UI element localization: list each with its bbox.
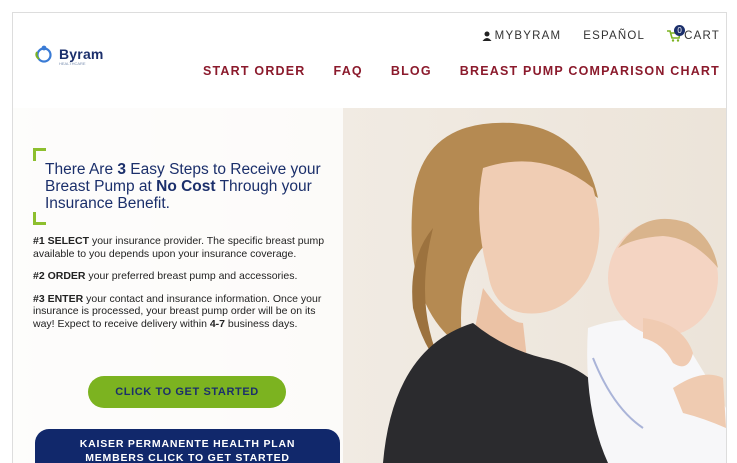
nav-start-order[interactable]: START ORDER	[203, 64, 306, 78]
byram-logo[interactable]: Byram HEALTHCARE	[33, 43, 104, 66]
headline-bracket-bottom	[33, 212, 46, 225]
headline-bracket-top	[33, 148, 46, 161]
main-nav: START ORDER FAQ BLOG BREAST PUMP COMPARI…	[203, 64, 720, 78]
espanol-link[interactable]: ESPAÑOL	[583, 30, 645, 42]
get-started-button[interactable]: CLICK TO GET STARTED	[88, 376, 286, 408]
my-byram-label: MYBYRAM	[494, 30, 562, 42]
hero-section: There Are 3 Easy Steps to Receive your B…	[13, 108, 726, 463]
utility-nav: MYBYRAM ESPAÑOL 0 CART	[482, 25, 720, 42]
nav-blog[interactable]: BLOG	[391, 64, 432, 78]
my-byram-link[interactable]: MYBYRAM	[482, 30, 562, 42]
nav-comparison-chart[interactable]: BREAST PUMP COMPARISON CHART	[460, 64, 720, 78]
cart-label: CART	[684, 30, 720, 42]
steps-list: #1 SELECT your insurance provider. The s…	[33, 235, 338, 340]
kaiser-get-started-button[interactable]: KAISER PERMANENTE HEALTH PLAN MEMBERS CL…	[35, 429, 340, 463]
logo-subtitle: HEALTHCARE	[59, 61, 86, 66]
browser-viewport: Byram HEALTHCARE MYBYRAM ESPAÑOL 0 CART	[12, 12, 727, 463]
kaiser-button-line-1: KAISER PERMANENTE HEALTH PLAN	[79, 438, 296, 450]
step-2: #2 ORDER your preferred breast pump and …	[33, 270, 298, 282]
mother-baby-photo	[343, 108, 726, 463]
byram-logo-icon	[33, 43, 55, 65]
cart-icon: 0	[667, 25, 686, 42]
site-header: Byram HEALTHCARE MYBYRAM ESPAÑOL 0 CART	[13, 13, 726, 108]
step-3: #3 ENTER your contact and insurance info…	[33, 292, 322, 330]
user-icon	[482, 31, 492, 41]
espanol-label: ESPAÑOL	[583, 30, 646, 42]
kaiser-button-line-2: MEMBERS CLICK TO GET STARTED	[85, 452, 290, 463]
nav-faq[interactable]: FAQ	[334, 64, 363, 78]
logo-wordmark: Byram	[59, 46, 104, 62]
hero-headline: There Are 3 Easy Steps to Receive your B…	[45, 161, 321, 212]
cart-link[interactable]: 0 CART	[667, 25, 720, 42]
step-1: #1 SELECT your insurance provider. The s…	[33, 235, 325, 260]
